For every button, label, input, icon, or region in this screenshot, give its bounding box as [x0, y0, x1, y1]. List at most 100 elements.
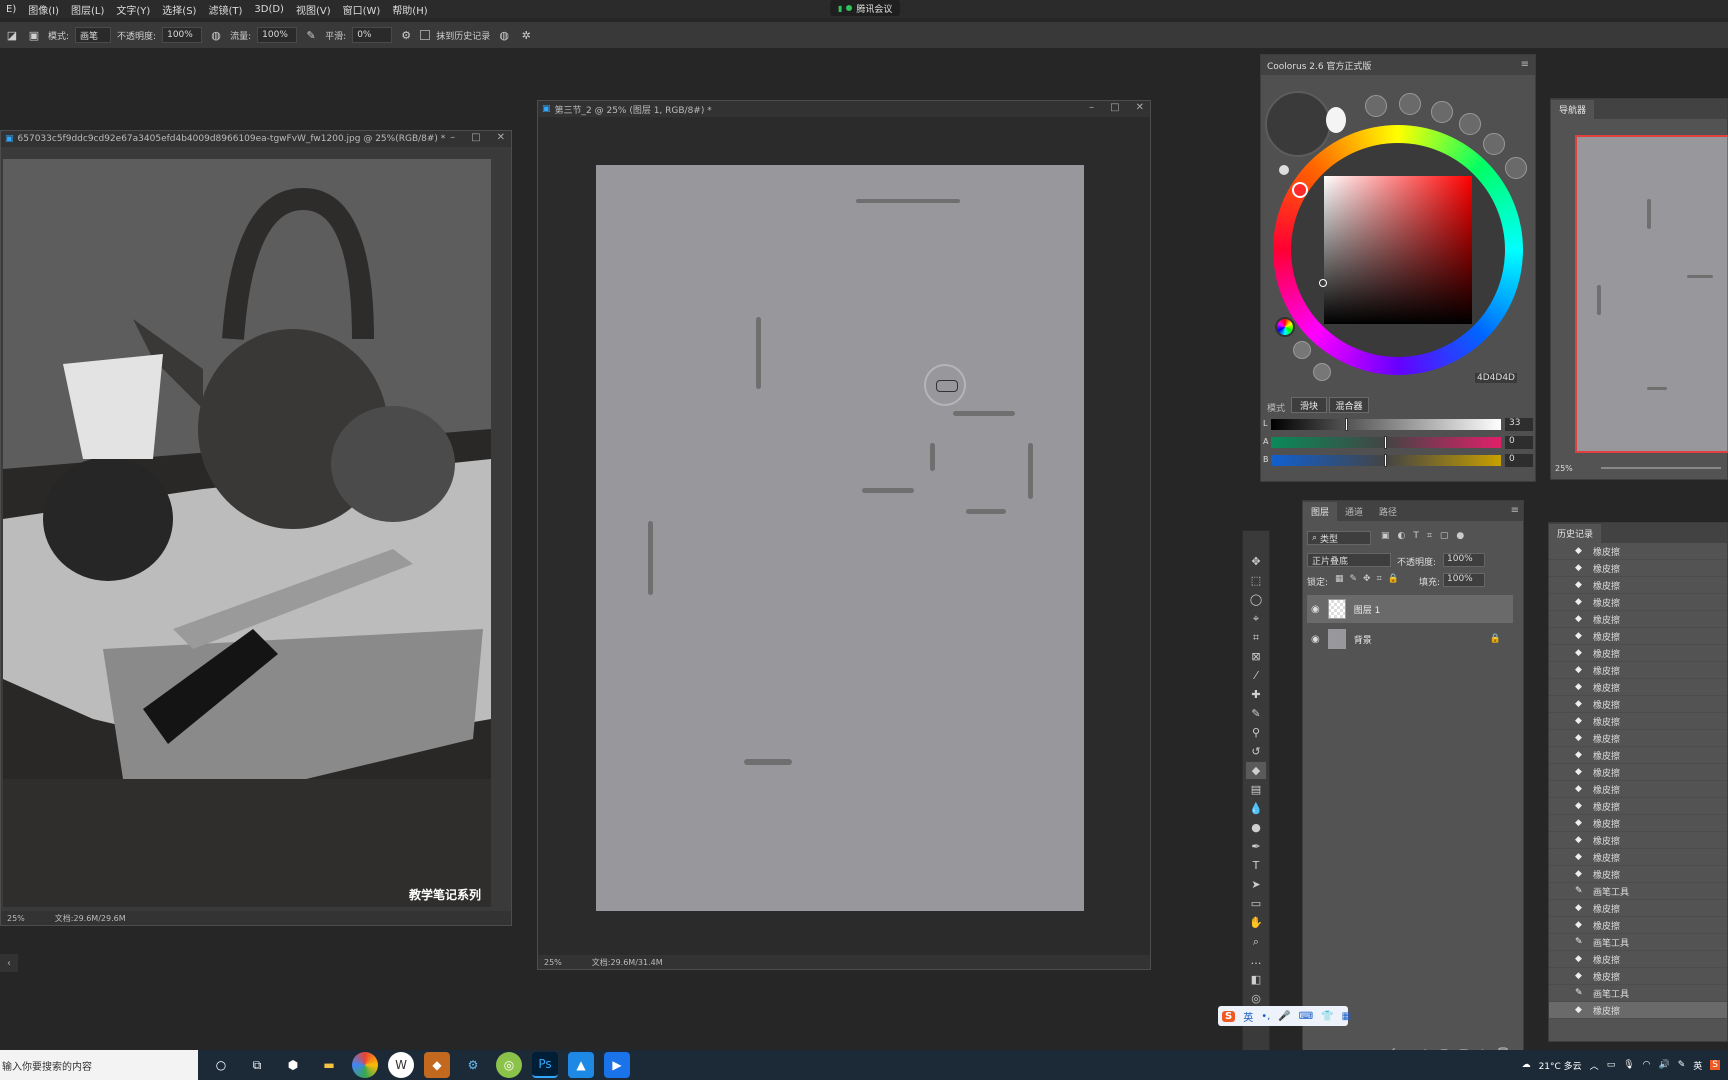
history-item[interactable]: ◆ 橡皮擦: [1549, 832, 1727, 849]
tab-paths[interactable]: 路径: [1371, 502, 1405, 521]
hand-tool-icon[interactable]: ✋: [1246, 914, 1266, 931]
tray-chevron-icon[interactable]: ︿: [1590, 1059, 1599, 1072]
chrome-icon[interactable]: [352, 1052, 378, 1078]
maximize-icon[interactable]: □: [471, 132, 480, 143]
history-item[interactable]: ◆ 橡皮擦: [1549, 866, 1727, 883]
pressure-opacity-icon[interactable]: ◍: [208, 27, 224, 43]
canvas-document-title[interactable]: ▣ 第三节_2 @ 25% (图层 1, RGB/8#) * – □ ✕: [538, 101, 1150, 117]
eraser-preset-icon[interactable]: ◪: [4, 27, 20, 43]
frame-tool-icon[interactable]: ⊠: [1246, 648, 1266, 665]
brush-preset-4-icon[interactable]: [1459, 113, 1481, 135]
moon-icon[interactable]: [1326, 107, 1346, 133]
brush-panel-icon[interactable]: ▣: [26, 27, 42, 43]
mode-select[interactable]: 画笔: [75, 27, 112, 43]
taskbar-language[interactable]: 英: [1693, 1059, 1702, 1072]
marquee-tool-icon[interactable]: ⬚: [1246, 572, 1266, 589]
color-preview-swatch[interactable]: [1265, 91, 1331, 157]
smoothing-input[interactable]: 0%: [352, 27, 393, 43]
menu-filter[interactable]: 滤镜(T): [202, 2, 248, 17]
slider-mode-button[interactable]: 滑块: [1291, 397, 1327, 413]
task-view-icon[interactable]: ⧉: [244, 1052, 270, 1078]
maximize-icon[interactable]: □: [1110, 102, 1119, 113]
minimize-icon[interactable]: –: [450, 132, 455, 143]
microphone-tray-icon[interactable]: 🎙: [1623, 1060, 1634, 1070]
history-item[interactable]: ◆ 橡皮擦: [1549, 645, 1727, 662]
b-slider-handle[interactable]: [1384, 454, 1387, 467]
menu-view[interactable]: 视图(V): [290, 2, 337, 17]
layer-filter-select[interactable]: ⌕ 类型: [1307, 531, 1371, 545]
history-item[interactable]: ◆ 橡皮擦: [1549, 968, 1727, 985]
navigator-preview[interactable]: [1575, 135, 1728, 453]
minimize-icon[interactable]: –: [1089, 102, 1094, 113]
tab-navigator[interactable]: 导航器: [1551, 100, 1595, 119]
history-item[interactable]: ◆ 橡皮擦: [1549, 781, 1727, 798]
fill-input[interactable]: 100%: [1443, 573, 1485, 587]
a-slider-handle[interactable]: [1384, 436, 1387, 449]
layer-opacity-input[interactable]: 100%: [1443, 553, 1485, 567]
triangle-gamut-icon[interactable]: [1293, 341, 1311, 359]
panel-menu-icon[interactable]: ≡: [1511, 505, 1519, 516]
collapse-panel-icon[interactable]: ‹: [0, 954, 18, 972]
sogou-tray-icon[interactable]: S: [1710, 1060, 1720, 1070]
gradient-tool-icon[interactable]: ▤: [1246, 781, 1266, 798]
history-checkbox[interactable]: [420, 30, 431, 40]
l-slider[interactable]: [1271, 418, 1501, 431]
quick-select-tool-icon[interactable]: ⌖: [1246, 610, 1266, 627]
airbrush-icon[interactable]: ✎: [303, 27, 319, 43]
menu-layer[interactable]: 图层(L): [65, 2, 110, 17]
close-icon[interactable]: ✕: [1136, 102, 1144, 113]
hue-handle[interactable]: [1292, 182, 1308, 198]
color-swatches-icon[interactable]: ◧: [1246, 971, 1266, 988]
meeting-indicator[interactable]: ▮ 腾讯会议: [830, 0, 901, 16]
blend-mode-select[interactable]: 正片叠底: [1307, 553, 1391, 567]
wifi-icon[interactable]: ◠: [1643, 1060, 1651, 1070]
canvas-zoom[interactable]: 25%: [544, 958, 562, 967]
wps-icon[interactable]: W: [388, 1052, 414, 1078]
blur-tool-icon[interactable]: 💧: [1246, 800, 1266, 817]
meeting-app-icon[interactable]: ▶: [604, 1052, 630, 1078]
menu-select[interactable]: 选择(S): [156, 2, 202, 17]
sun-icon[interactable]: [1279, 165, 1289, 175]
history-item[interactable]: ◆ 橡皮擦: [1549, 764, 1727, 781]
history-item[interactable]: ◆ 橡皮擦: [1549, 917, 1727, 934]
play-icon[interactable]: [1313, 363, 1331, 381]
photos-icon[interactable]: ▲: [568, 1052, 594, 1078]
quick-mask-icon[interactable]: ◎: [1246, 990, 1266, 1007]
eyedropper-tool-icon[interactable]: ⁄: [1246, 667, 1266, 684]
menu-image[interactable]: 图像(I): [22, 2, 65, 17]
eraser-tool-icon[interactable]: ◆: [1246, 762, 1266, 779]
history-item[interactable]: ◆ 橡皮擦: [1549, 713, 1727, 730]
hue-wheel[interactable]: [1273, 125, 1523, 375]
stamp-tool-icon[interactable]: ⚲: [1246, 724, 1266, 741]
cortana-icon[interactable]: ○: [208, 1052, 234, 1078]
b-slider[interactable]: [1271, 454, 1501, 467]
ime-language[interactable]: 英: [1243, 1009, 1253, 1024]
navigator-zoom[interactable]: 25%: [1555, 464, 1573, 473]
app-cube-icon[interactable]: ⬢: [280, 1052, 306, 1078]
punctuation-icon[interactable]: •,: [1261, 1011, 1270, 1022]
opacity-input[interactable]: 100%: [162, 27, 203, 43]
steam-icon[interactable]: ⚙: [460, 1052, 486, 1078]
history-item[interactable]: ✎ 画笔工具: [1549, 934, 1727, 951]
brush-preset-3-icon[interactable]: [1431, 101, 1453, 123]
menu-help[interactable]: 帮助(H): [386, 2, 433, 17]
history-item[interactable]: ◆ 橡皮擦: [1549, 662, 1727, 679]
pen-icon[interactable]: ✎: [1678, 1060, 1686, 1070]
history-item[interactable]: ✎ 画笔工具: [1549, 883, 1727, 900]
color-picker-handle[interactable]: [1319, 279, 1327, 287]
a-slider[interactable]: [1271, 436, 1501, 449]
gear-icon[interactable]: ⚙: [398, 27, 414, 43]
history-item[interactable]: ✎ 画笔工具: [1549, 985, 1727, 1002]
history-item[interactable]: ◆ 橡皮擦: [1549, 849, 1727, 866]
more-tools-icon[interactable]: …: [1246, 952, 1266, 969]
symmetry-icon[interactable]: ✲: [518, 27, 534, 43]
menu-edit[interactable]: E): [0, 4, 22, 15]
history-item[interactable]: ◆ 橡皮擦: [1549, 611, 1727, 628]
mixer-mode-button[interactable]: 混合器: [1329, 397, 1369, 413]
history-item[interactable]: ◆ 橡皮擦: [1549, 594, 1727, 611]
healing-tool-icon[interactable]: ✚: [1246, 686, 1266, 703]
history-item[interactable]: ◆ 橡皮擦: [1549, 577, 1727, 594]
lasso-tool-icon[interactable]: ◯: [1246, 591, 1266, 608]
skin-icon[interactable]: 👕: [1321, 1011, 1333, 1022]
history-item[interactable]: ◆ 橡皮擦: [1549, 560, 1727, 577]
